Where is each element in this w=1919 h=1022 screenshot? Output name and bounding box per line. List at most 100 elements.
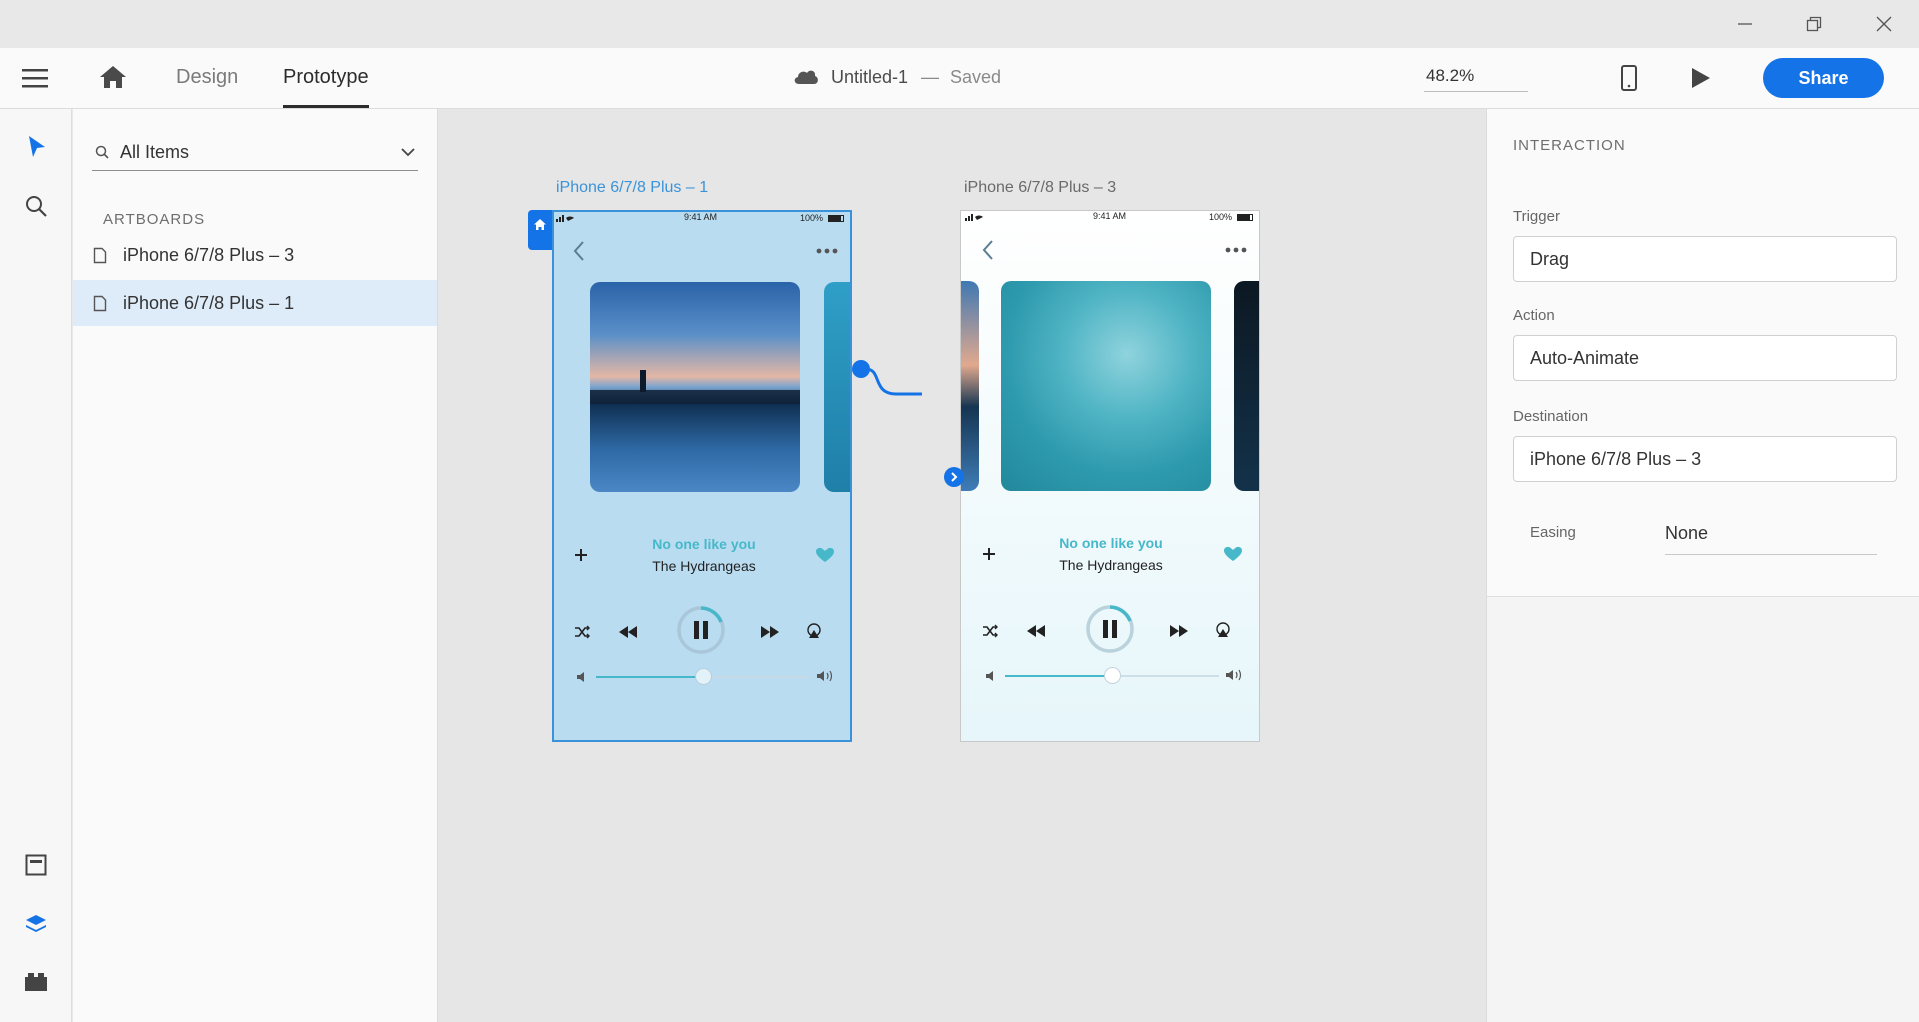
cloud-document-icon — [793, 67, 819, 90]
title-bar — [0, 0, 1919, 48]
artboard-iphone-3[interactable]: 9:41 AM 100% No one like you The Hydrang… — [960, 210, 1260, 742]
volume-high-icon — [817, 670, 833, 682]
plugins-panel-button[interactable] — [20, 966, 52, 998]
previous-album-cover-peek — [961, 281, 979, 491]
song-title: No one like you — [652, 536, 756, 552]
inspector-empty-area — [1487, 596, 1919, 1022]
zoom-level-field[interactable]: 48.2% — [1424, 60, 1528, 92]
home-icon — [100, 66, 126, 88]
prototype-connection-wire[interactable] — [852, 357, 934, 405]
destination-label: Destination — [1513, 408, 1589, 425]
zoom-tool-button[interactable] — [20, 190, 52, 222]
heart-icon[interactable] — [1224, 546, 1242, 562]
pointer-arrow-icon — [29, 136, 45, 157]
search-icon — [26, 196, 47, 217]
more-options-icon[interactable] — [1225, 247, 1247, 253]
artboard-title[interactable]: iPhone 6/7/8 Plus – 3 — [964, 179, 1116, 197]
album-cover-image — [1001, 281, 1211, 491]
close-window-button[interactable] — [1866, 8, 1902, 40]
minimize-icon — [1738, 23, 1752, 25]
app-toolbar: Design Prototype Untitled-1 — Saved 48.2… — [0, 48, 1919, 109]
artboard-list-label: iPhone 6/7/8 Plus – 3 — [123, 244, 295, 265]
artboard-iphone-1[interactable]: 9:41 AM 100% No one like you The Hydrang… — [552, 210, 852, 742]
items-filter-dropdown[interactable]: All Items — [92, 137, 418, 171]
easing-label: Easing — [1530, 524, 1576, 541]
fast-forward-icon[interactable] — [1169, 624, 1189, 638]
connection-target-handle[interactable] — [944, 467, 964, 487]
tab-prototype[interactable]: Prototype — [283, 66, 369, 89]
document-title[interactable]: Untitled-1 — [831, 67, 908, 88]
artboard-icon — [93, 247, 107, 263]
volume-slider-fill — [1005, 675, 1112, 677]
restore-button[interactable] — [1796, 8, 1832, 40]
save-status: Saved — [950, 67, 1002, 87]
status-time: 9:41 AM — [1093, 211, 1127, 221]
interaction-section-title: INTERACTION — [1513, 137, 1626, 154]
heart-icon[interactable] — [816, 547, 834, 563]
home-button[interactable] — [99, 64, 127, 95]
destination-dropdown[interactable]: iPhone 6/7/8 Plus – 3 — [1513, 436, 1897, 482]
volume-slider-thumb[interactable] — [1104, 667, 1121, 684]
artboard-list-label: iPhone 6/7/8 Plus – 1 — [123, 292, 295, 313]
airplay-icon[interactable] — [1215, 622, 1231, 638]
artboard-list-item-selected[interactable]: iPhone 6/7/8 Plus – 1 — [73, 280, 437, 326]
back-chevron-icon[interactable] — [572, 240, 586, 262]
assets-panel-button[interactable] — [20, 849, 52, 881]
hamburger-icon — [22, 69, 48, 88]
song-artist: The Hydrangeas — [1059, 557, 1163, 573]
rewind-icon[interactable] — [1026, 624, 1046, 638]
easing-dropdown[interactable]: None — [1665, 523, 1877, 555]
minimize-button[interactable] — [1727, 8, 1763, 40]
chevron-right-icon — [951, 472, 958, 482]
battery-icon — [828, 215, 844, 222]
search-icon — [95, 145, 109, 159]
close-icon — [1876, 16, 1892, 32]
status-battery-percent: 100% — [1209, 212, 1233, 222]
plugins-icon — [25, 973, 47, 991]
fast-forward-icon[interactable] — [760, 625, 780, 639]
tab-design[interactable]: Design — [176, 66, 238, 89]
device-preview-button[interactable] — [1619, 65, 1639, 96]
volume-slider-thumb[interactable] — [695, 668, 712, 685]
song-title: No one like you — [1059, 535, 1163, 551]
volume-low-icon — [986, 671, 993, 681]
hamburger-menu-button[interactable] — [22, 66, 48, 95]
shuffle-icon[interactable] — [574, 625, 590, 639]
artboard-title[interactable]: iPhone 6/7/8 Plus – 1 — [556, 179, 708, 197]
chevron-down-icon — [401, 148, 415, 157]
shuffle-icon[interactable] — [982, 624, 998, 638]
assets-icon — [25, 854, 47, 876]
home-artboard-marker[interactable] — [528, 210, 552, 250]
play-icon — [1692, 68, 1710, 88]
back-chevron-icon[interactable] — [981, 239, 995, 261]
active-tab-indicator — [283, 105, 369, 108]
pause-button[interactable] — [676, 605, 726, 655]
play-preview-button[interactable] — [1688, 66, 1712, 95]
action-dropdown[interactable]: Auto-Animate — [1513, 335, 1897, 381]
rewind-icon[interactable] — [618, 625, 638, 639]
items-filter-value: All Items — [120, 142, 190, 162]
artboard-list-item[interactable]: iPhone 6/7/8 Plus – 3 — [73, 232, 437, 278]
next-album-cover-peek — [824, 282, 850, 492]
airplay-icon[interactable] — [806, 623, 822, 639]
volume-low-icon — [577, 672, 584, 682]
song-artist: The Hydrangeas — [652, 558, 756, 574]
design-canvas[interactable]: iPhone 6/7/8 Plus – 1 9:41 AM 100% No on… — [438, 109, 1486, 1022]
status-battery-percent: 100% — [800, 213, 824, 223]
pause-progress-ring — [1086, 605, 1134, 653]
artboard-icon — [93, 295, 107, 311]
select-tool-button[interactable] — [20, 131, 52, 163]
share-button[interactable]: Share — [1763, 58, 1884, 98]
signal-wifi-icon — [965, 212, 987, 223]
pause-button[interactable] — [1085, 604, 1135, 654]
artboards-section-title: ARTBOARDS — [103, 211, 206, 228]
layers-panel-button[interactable] — [20, 908, 52, 940]
restore-icon — [1806, 16, 1822, 32]
layers-icon — [26, 915, 46, 932]
status-time: 9:41 AM — [684, 212, 718, 222]
battery-icon — [1237, 214, 1253, 221]
more-options-icon[interactable] — [816, 248, 838, 254]
trigger-label: Trigger — [1513, 208, 1560, 225]
album-cover-image — [590, 282, 800, 492]
trigger-dropdown[interactable]: Drag — [1513, 236, 1897, 282]
